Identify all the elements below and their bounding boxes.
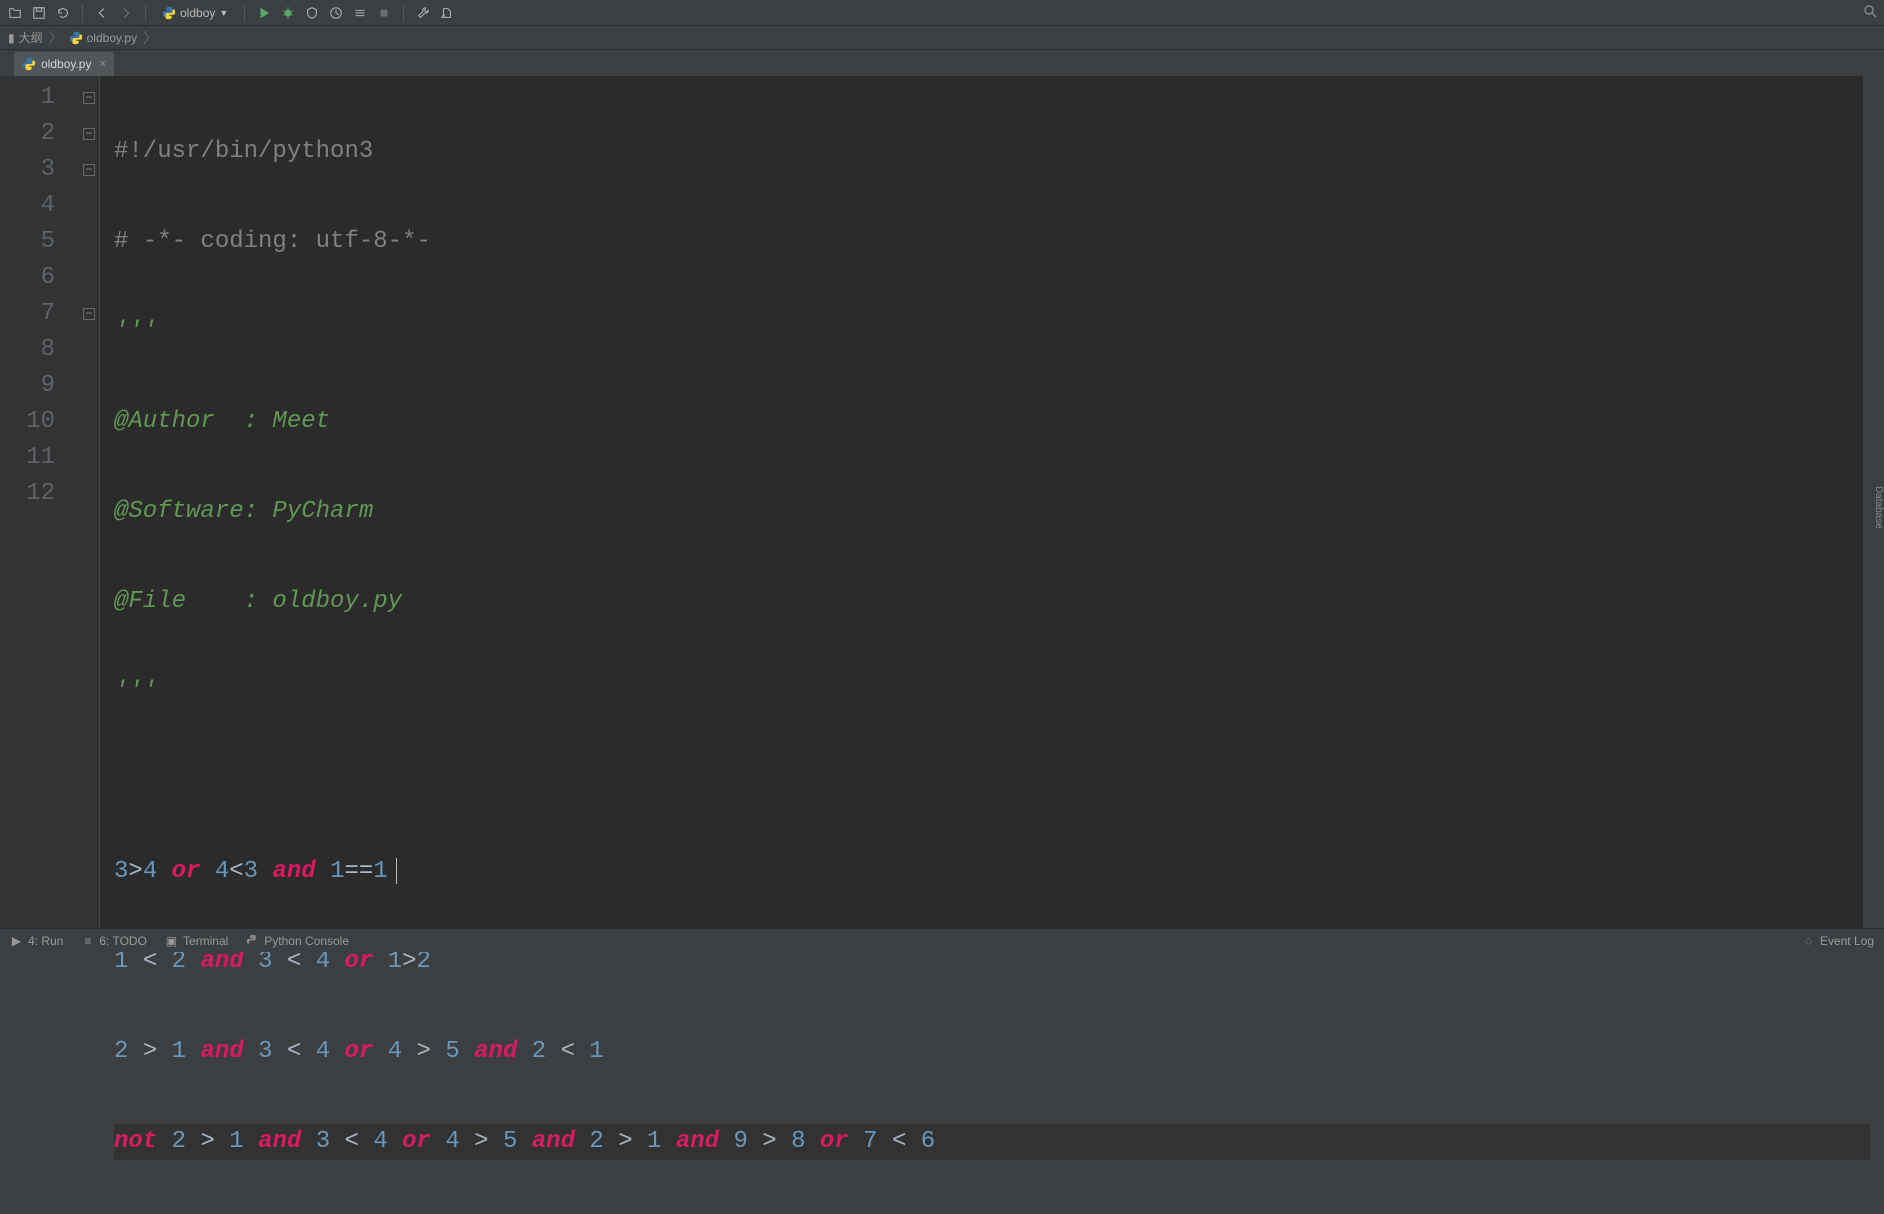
breadcrumb: ▮ 大纲 〉 oldboy.py 〉 [0,26,1884,50]
code-line: @File : oldboy.py [114,584,1870,620]
code-line: ''' [114,314,1870,350]
close-icon[interactable]: × [99,58,105,70]
breadcrumb-root[interactable]: 大纲 [19,29,43,46]
chevron-right-icon: 〉 [49,28,63,48]
python-console-button[interactable]: Python Console [246,934,349,948]
play-icon: ▶ [10,934,23,947]
event-log-button[interactable]: ◌Event Log [1802,934,1874,948]
python-icon [246,934,259,947]
list-icon: ≡ [81,934,94,947]
python-icon [22,57,36,71]
line-number: 4 [0,188,99,224]
folder-icon: ▮ [8,31,15,45]
terminal-tool-button[interactable]: ▣Terminal [165,934,228,948]
refresh-icon[interactable] [52,2,74,24]
debug-icon[interactable] [277,2,299,24]
code-line: 2 > 1 and 3 < 4 or 4 > 5 and 2 < 1 [114,1034,1870,1070]
profile-icon[interactable] [325,2,347,24]
search-icon[interactable] [1862,3,1878,22]
right-sidebar[interactable]: Database [1862,76,1884,928]
line-number: 7− [0,296,99,332]
line-number: 11 [0,440,99,476]
python-icon [69,31,83,45]
line-number: 8 [0,332,99,368]
chevron-right-icon: 〉 [143,28,157,48]
line-number: 1− [0,80,99,116]
text-caret [396,858,397,884]
forward-icon[interactable] [115,2,137,24]
code-line: @Author : Meet [114,404,1870,440]
fold-icon[interactable]: − [83,164,95,176]
editor: 1− 2− 3− 4 5 6 7− 8 9 10 11 12 #!/usr/bi… [0,76,1884,928]
chevron-down-icon: ▼ [219,8,228,18]
open-file-icon[interactable] [4,2,26,24]
speech-icon: ◌ [1802,934,1815,947]
terminal-icon: ▣ [165,934,178,947]
line-gutter: 1− 2− 3− 4 5 6 7− 8 9 10 11 12 [0,76,100,928]
line-number: 12 [0,476,99,512]
tab-label: oldboy.py [41,57,91,71]
tab-oldboy[interactable]: oldboy.py × [14,52,114,76]
line-number: 6 [0,260,99,296]
run-config-selector[interactable]: oldboy ▼ [154,4,236,22]
line-number: 10 [0,404,99,440]
code-line: @Software: PyCharm [114,494,1870,530]
update-project-icon[interactable] [436,2,458,24]
database-tool-label[interactable]: Database [1873,486,1884,529]
python-icon [162,6,176,20]
line-number: 5 [0,224,99,260]
coverage-icon[interactable] [301,2,323,24]
run-tool-button[interactable]: ▶4: Run [10,934,63,948]
code-line: not 2 > 1 and 3 < 4 or 4 > 5 and 2 > 1 a… [114,1124,1870,1160]
fold-icon[interactable]: − [83,308,95,320]
code-line: #!/usr/bin/python3 [114,134,1870,170]
attach-icon[interactable] [349,2,371,24]
line-number: 3− [0,152,99,188]
line-number: 9 [0,368,99,404]
back-icon[interactable] [91,2,113,24]
line-number: 2− [0,116,99,152]
save-icon[interactable] [28,2,50,24]
editor-tabs: oldboy.py × [0,50,1884,76]
todo-tool-button[interactable]: ≡6: TODO [81,934,147,948]
run-icon[interactable] [253,2,275,24]
run-config-label: oldboy [180,6,215,20]
code-line: 3>4 or 4<3 and 1==1 [114,854,1870,890]
wrench-icon[interactable] [412,2,434,24]
code-line: ''' [114,674,1870,710]
main-toolbar: oldboy ▼ [0,0,1884,26]
fold-icon[interactable]: − [83,128,95,140]
status-bar: ▶4: Run ≡6: TODO ▣Terminal Python Consol… [0,928,1884,952]
code-line [114,764,1870,800]
breadcrumb-file[interactable]: oldboy.py [87,31,137,45]
fold-icon[interactable]: − [83,92,95,104]
code-area[interactable]: #!/usr/bin/python3 # -*- coding: utf-8-*… [100,76,1870,928]
stop-icon[interactable] [373,2,395,24]
code-line: # -*- coding: utf-8-*- [114,224,1870,260]
